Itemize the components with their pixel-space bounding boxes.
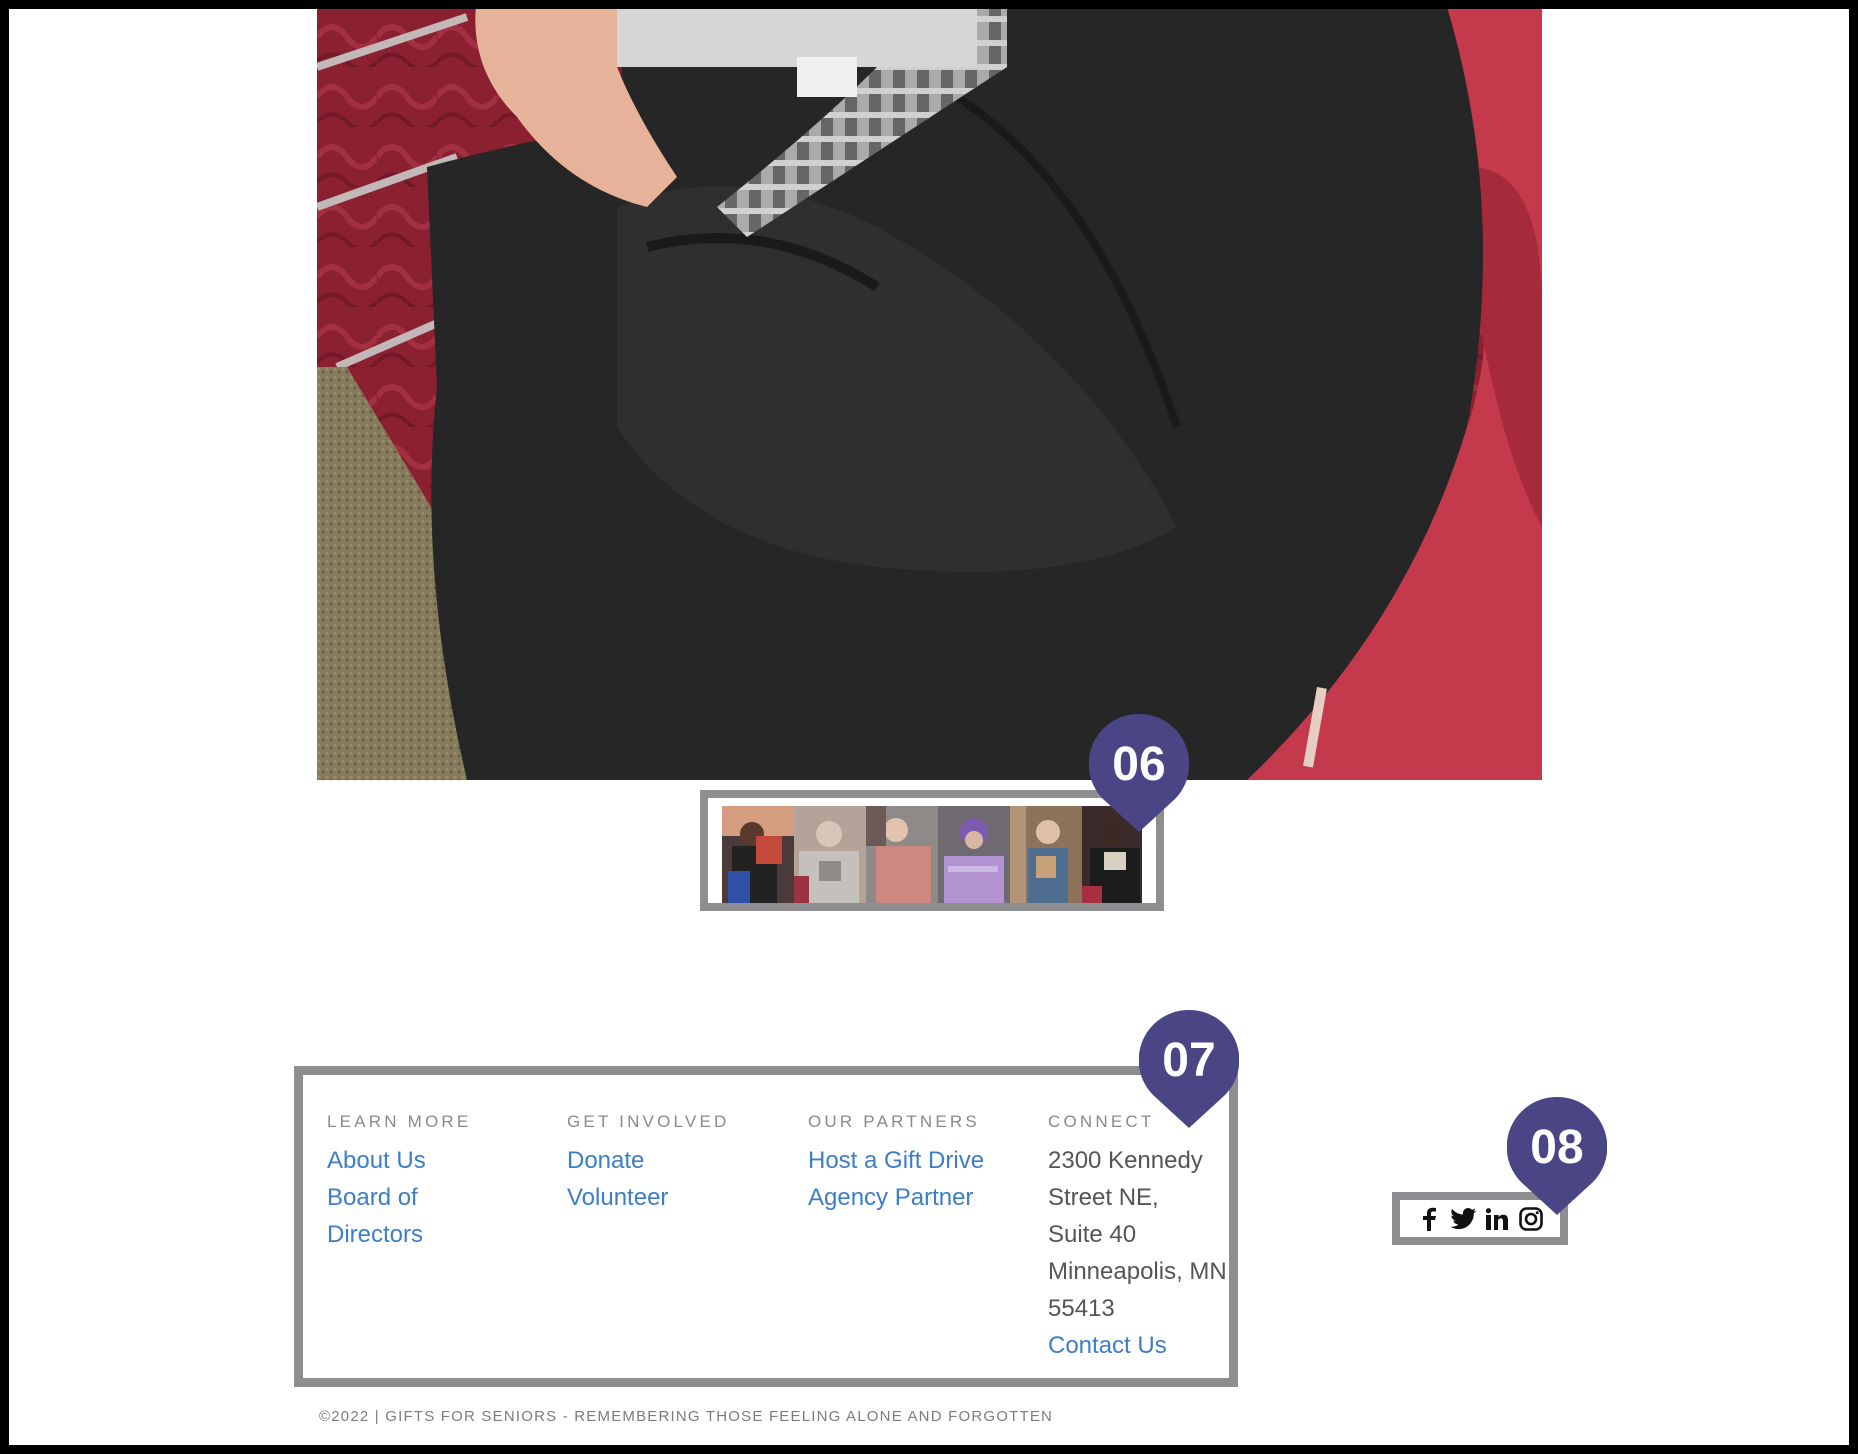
our-partners-heading: OUR PARTNERS <box>808 1112 980 1131</box>
thumbnail-4[interactable] <box>938 806 1010 903</box>
host-gift-drive-link[interactable]: Host a Gift Drive <box>808 1142 1038 1179</box>
marker-08: 08 <box>1507 1097 1607 1215</box>
marker-06: 06 <box>1089 714 1189 832</box>
contact-us-link[interactable]: Contact Us <box>1048 1327 1228 1364</box>
footer-links: LEARN MORE About Us Board of Directors G… <box>294 1066 1238 1387</box>
thumbnail-1[interactable] <box>722 806 794 903</box>
board-of-directors-link-line2[interactable]: Directors <box>327 1216 557 1253</box>
agency-partner-link[interactable]: Agency Partner <box>808 1179 1038 1216</box>
footer-col-get-involved: GET INVOLVED Donate Volunteer <box>567 1112 797 1216</box>
marker-08-label: 08 <box>1530 1120 1584 1174</box>
hero-photo <box>317 9 1542 780</box>
footer-col-our-partners: OUR PARTNERS Host a Gift Drive Agency Pa… <box>808 1112 1038 1216</box>
twitter-icon[interactable] <box>1450 1206 1476 1232</box>
learn-more-heading: LEARN MORE <box>327 1112 472 1131</box>
marker-07: 07 <box>1139 1010 1239 1128</box>
address-line-4: Minneapolis, MN <box>1048 1258 1227 1285</box>
address-line-2: Street NE, <box>1048 1184 1159 1211</box>
marker-06-label: 06 <box>1112 737 1166 791</box>
address-line-5: 55413 <box>1048 1295 1115 1322</box>
get-involved-heading: GET INVOLVED <box>567 1112 730 1131</box>
marker-07-label: 07 <box>1162 1033 1216 1087</box>
copyright-text: ©2022 | GIFTS FOR SENIORS - REMEMBERING … <box>319 1408 1054 1425</box>
thumbnail-5[interactable] <box>1010 806 1082 903</box>
thumbnail-3[interactable] <box>866 806 938 903</box>
donate-link[interactable]: Donate <box>567 1142 797 1179</box>
footer-col-connect: CONNECT 2300 Kennedy Street NE, Suite 40… <box>1048 1112 1228 1364</box>
volunteer-link[interactable]: Volunteer <box>567 1179 797 1216</box>
address-line-1: 2300 Kennedy <box>1048 1147 1203 1174</box>
about-us-link[interactable]: About Us <box>327 1142 557 1179</box>
board-of-directors-link-line1[interactable]: Board of <box>327 1179 557 1216</box>
page: 06 LEARN MORE About Us Board of Director… <box>9 9 1849 1445</box>
footer-col-learn-more: LEARN MORE About Us Board of Directors <box>327 1112 557 1253</box>
facebook-icon[interactable] <box>1416 1206 1442 1232</box>
address-line-3: Suite 40 <box>1048 1221 1137 1248</box>
thumbnail-2[interactable] <box>794 806 866 903</box>
